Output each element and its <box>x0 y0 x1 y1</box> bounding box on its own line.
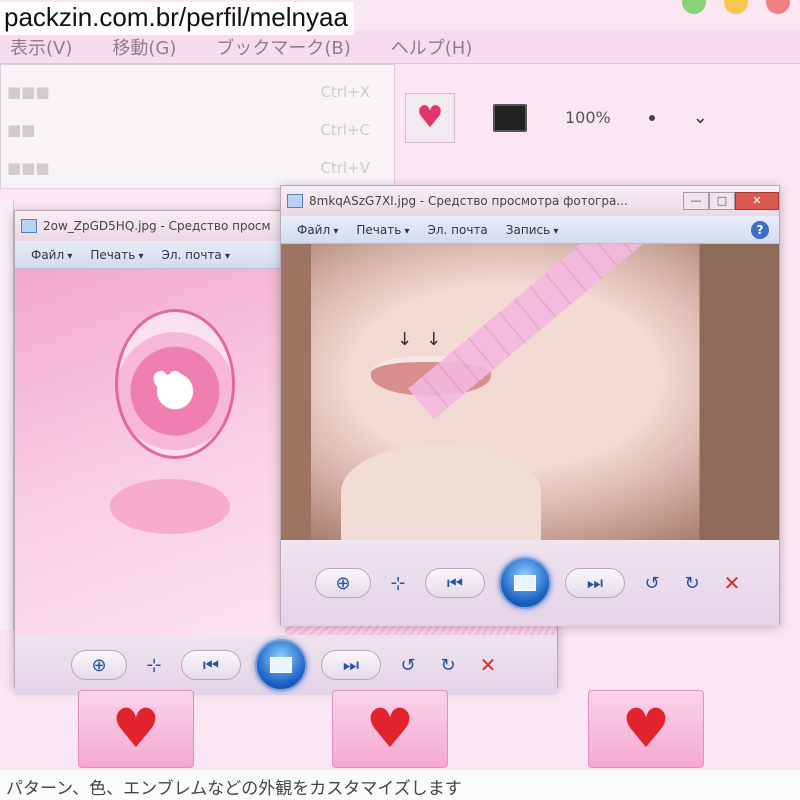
photo-hand <box>341 444 541 540</box>
window-title: 8mkqASzG7XI.jpg - Средство просмотра фот… <box>309 194 628 208</box>
viewer-menu: Файл Печать Эл. почта Запись ? <box>281 216 779 244</box>
heart-folder-icon[interactable]: ♥ <box>78 690 194 768</box>
menu-email[interactable]: Эл. почта <box>427 223 487 237</box>
menu-email[interactable]: Эл. почта <box>161 248 230 262</box>
rotate-cw-button[interactable]: ↻ <box>679 573 705 594</box>
image-file-icon <box>21 219 37 233</box>
zoom-icon: ⊕ <box>91 654 107 676</box>
window-title: 2ow_ZpGD5HQ.jpg - Средство просм <box>43 219 271 233</box>
background-window-edge <box>0 200 14 630</box>
next-icon: ⏭ <box>342 654 360 676</box>
window-traffic-lights <box>682 0 790 14</box>
menu-file[interactable]: Файл <box>31 248 72 262</box>
dot-icon <box>648 114 655 121</box>
heart-folder-icon[interactable]: ♥ <box>332 690 448 768</box>
heart-icon: ♥ <box>150 364 186 410</box>
heart-icon: ♥ <box>365 697 415 760</box>
zoom-level[interactable]: 100% <box>565 108 611 127</box>
menu-print[interactable]: Печать <box>356 223 409 237</box>
slideshow-icon <box>514 575 536 591</box>
zoom-button[interactable]: ⊕ <box>315 568 371 598</box>
menu-help[interactable]: ヘルプ(H) <box>391 34 473 60</box>
menu-view[interactable]: 表示(V) <box>10 34 72 60</box>
watermark-text: packzin.com.br/perfil/melnyaa <box>0 2 354 35</box>
delete-button[interactable]: ✕ <box>475 653 501 677</box>
zoom-button[interactable]: ⊕ <box>71 650 127 680</box>
viewer-controls: ⊕ ⊹ ⏮ ⏭ ↺ ↻ ✕ <box>15 635 557 695</box>
slideshow-icon <box>270 657 292 673</box>
menu-print[interactable]: Печать <box>90 248 143 262</box>
heart-folder-row: ♥ ♥ ♥ <box>0 690 800 770</box>
maximize-dot-icon[interactable] <box>682 0 706 14</box>
minimize-dot-icon[interactable] <box>724 0 748 14</box>
edit-dropdown-menu: ■■■ Ctrl+X ■■ Ctrl+C ■■■ Ctrl+V <box>0 64 395 189</box>
edit-menu-paste[interactable]: ■■■ Ctrl+V <box>1 141 394 179</box>
previous-button[interactable]: ⏮ <box>181 650 241 680</box>
close-dot-icon[interactable] <box>766 0 790 14</box>
minimize-button[interactable]: — <box>683 192 709 210</box>
monitor-icon[interactable] <box>493 103 527 132</box>
previous-icon: ⏮ <box>202 654 220 676</box>
slideshow-button[interactable] <box>499 557 551 609</box>
menu-file[interactable]: Файл <box>297 223 338 237</box>
heart-icon: ♥ <box>111 697 161 760</box>
titlebar[interactable]: 8mkqASzG7XI.jpg - Средство просмотра фот… <box>281 186 779 216</box>
heart-theme-icon[interactable]: ♥ <box>405 92 455 143</box>
heart-folder-icon[interactable]: ♥ <box>588 690 704 768</box>
edit-menu-copy[interactable]: ■■ Ctrl+C <box>1 103 394 141</box>
fit-window-button[interactable]: ⊹ <box>141 655 167 676</box>
menu-go[interactable]: 移動(G) <box>112 34 176 60</box>
heart-icon: ♥ <box>621 697 671 760</box>
chevron-down-icon[interactable]: ⌄ <box>693 107 708 128</box>
previous-button[interactable]: ⏮ <box>425 568 485 598</box>
menu-bookmarks[interactable]: ブックマーク(B) <box>216 34 350 60</box>
anime-blush <box>110 479 230 534</box>
image-file-icon <box>287 194 303 208</box>
close-button[interactable]: ✕ <box>735 192 779 210</box>
arrow-doodles: ↓↓ <box>397 329 456 350</box>
delete-button[interactable]: ✕ <box>719 571 745 595</box>
background-toolbar: ♥ 100% ⌄ <box>395 70 800 165</box>
viewer-controls: ⊕ ⊹ ⏮ ⏭ ↺ ↻ ✕ <box>281 540 779 626</box>
slideshow-button[interactable] <box>255 639 307 691</box>
rotate-cw-button[interactable]: ↻ <box>435 655 461 676</box>
help-button[interactable]: ? <box>751 220 769 239</box>
rotate-ccw-button[interactable]: ↺ <box>639 573 665 594</box>
maximize-button[interactable]: □ <box>709 192 735 210</box>
background-menubar: 表示(V) 移動(G) ブックマーク(B) ヘルプ(H) <box>0 30 800 64</box>
fit-window-button[interactable]: ⊹ <box>385 573 411 594</box>
menu-burn[interactable]: Запись <box>506 223 559 237</box>
rotate-ccw-button[interactable]: ↺ <box>395 655 421 676</box>
portrait-photo: ↓↓ <box>281 244 779 540</box>
status-description: パターン、色、エンブレムなどの外観をカスタマイズします <box>0 770 800 800</box>
next-button[interactable]: ⏭ <box>321 650 381 680</box>
photo-viewer-window-right: 8mkqASzG7XI.jpg - Средство просмотра фот… <box>280 185 780 626</box>
measuring-tape <box>408 244 741 420</box>
previous-icon: ⏮ <box>446 572 464 594</box>
edit-menu-cut[interactable]: ■■■ Ctrl+X <box>1 65 394 103</box>
next-button[interactable]: ⏭ <box>565 568 625 598</box>
window-controls: — □ ✕ <box>683 192 779 210</box>
zoom-icon: ⊕ <box>335 572 351 594</box>
next-icon: ⏭ <box>586 572 604 594</box>
